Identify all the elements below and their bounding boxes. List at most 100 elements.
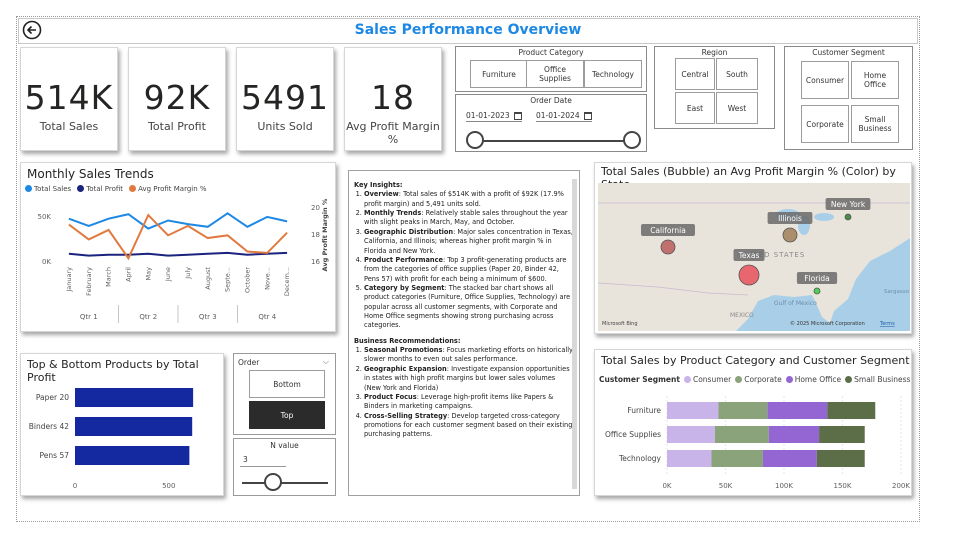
legend-item-small-business[interactable]: Small Business — [845, 375, 910, 384]
title-bar: Sales Performance Overview — [18, 18, 918, 44]
recommendation-item: Geographic Expansion: Investigate expans… — [364, 365, 574, 393]
legend-item-total-profit[interactable]: Total Profit — [77, 185, 123, 193]
order-option-top[interactable]: Top — [249, 401, 325, 429]
x-tick-label: April — [124, 267, 132, 282]
y-tick-label: 50K — [38, 213, 52, 221]
kpi-value: 5491 — [241, 78, 329, 117]
stacked-bar-segment — [667, 450, 712, 467]
start-date-input[interactable]: 01-01-2023 — [466, 111, 522, 122]
legend-item-home-office[interactable]: Home Office — [785, 375, 841, 384]
end-date-value: 01-01-2024 — [536, 111, 580, 120]
quarter-label: Qtr 3 — [199, 313, 217, 321]
date-slider-track[interactable] — [476, 140, 634, 142]
page-title: Sales Performance Overview — [354, 22, 582, 38]
date-slider-start-handle[interactable] — [466, 131, 484, 149]
quarter-label: Qtr 1 — [80, 313, 98, 321]
y2-tick-label: 20 — [311, 204, 320, 212]
order-date-slicer: Order Date 01-01-2023 01-01-2024 — [455, 94, 647, 152]
state-label: Florida — [804, 274, 830, 283]
product-bar — [75, 446, 190, 465]
stacked-bar-segment — [667, 426, 715, 443]
region-option-south[interactable]: South — [716, 58, 758, 90]
region-option-central[interactable]: Central — [675, 58, 715, 90]
product-bar — [75, 417, 193, 436]
y2-axis-label: Avg Profit Margin % — [321, 198, 329, 271]
bar-category-label: Technology — [618, 454, 662, 463]
state-label: California — [650, 226, 686, 235]
segment-option-corporate[interactable]: Corporate — [801, 105, 849, 143]
n-value-input[interactable]: 3 — [240, 453, 286, 467]
chevron-down-icon[interactable]: ⌵ — [323, 357, 329, 367]
insight-item: Geographic Distribution: Major sales con… — [364, 228, 574, 256]
key-insights-list: Overview: Total sales of $514K with a pr… — [354, 190, 574, 330]
calendar-icon[interactable] — [583, 111, 592, 120]
top-bottom-products-visual: Top & Bottom Products by Total Profit Pa… — [20, 353, 224, 496]
legend-item-avg-profit-margin[interactable]: Avg Profit Margin % — [129, 185, 207, 193]
end-date-input[interactable]: 01-01-2024 — [536, 111, 592, 122]
y2-tick-label: 18 — [311, 231, 320, 239]
segment-option-home-office[interactable]: Home Office — [851, 61, 899, 99]
segment-option-consumer[interactable]: Consumer — [801, 61, 849, 99]
slicer-title: Product Category — [518, 48, 584, 57]
chart-legend: Total Sales Total Profit Avg Profit Marg… — [25, 185, 207, 193]
order-option-bottom[interactable]: Bottom — [249, 370, 325, 398]
region-option-east[interactable]: East — [675, 92, 715, 124]
insights-heading: Key Insights: — [354, 181, 403, 189]
great-lake — [814, 213, 834, 221]
insight-item: Monthly Trends: Relatively stable sales … — [364, 209, 574, 228]
x-tick-label: February — [85, 267, 93, 296]
region-option-west[interactable]: West — [716, 92, 758, 124]
x-tick-label: 200K — [892, 482, 910, 490]
line-chart[interactable]: 50K 0K 20 18 16 Avg Profit Margin % January Feb… — [21, 193, 337, 333]
category-option-office-supplies[interactable]: Office Supplies — [526, 60, 584, 88]
chart-legend: Customer Segment Consumer Corporate Home O… — [599, 375, 910, 384]
n-value-slider-track[interactable] — [242, 482, 328, 484]
stacked-bar-segment — [816, 450, 865, 467]
bar-category-label: Office Supplies — [605, 430, 661, 439]
map-canvas[interactable]: UNITED STATESMEXICOGulf of MexicoSargass… — [598, 183, 910, 331]
insights-textbox: Key Insights: Overview: Total sales of $… — [348, 170, 580, 496]
stacked-bar-segment — [767, 402, 828, 419]
order-slicer: Order ⌵ Bottom Top — [233, 353, 336, 435]
visual-title: Total Sales by Product Category and Cust… — [601, 354, 910, 367]
category-option-technology[interactable]: Technology — [584, 60, 642, 88]
region-slicer: Region Central South East West — [654, 46, 775, 129]
legend-item-total-sales[interactable]: Total Sales — [25, 185, 71, 193]
x-tick-label: March — [105, 267, 113, 287]
bar-category-label: Paper 20 — [36, 393, 69, 402]
stacked-bar-segment — [827, 402, 876, 419]
monthly-sales-trends-visual: Monthly Sales Trends Total Sales Total P… — [20, 162, 336, 332]
water-label: Sargasso — [884, 289, 910, 295]
date-slider-end-handle[interactable] — [623, 131, 641, 149]
category-segment-visual: Total Sales by Product Category and Cust… — [594, 349, 912, 496]
quarter-label: Qtr 4 — [258, 313, 276, 321]
product-bar-chart[interactable]: Paper 20 Binders 42 Pens 57 0 500 — [21, 376, 225, 496]
back-arrow-icon[interactable] — [22, 20, 42, 40]
stacked-bar-segment — [711, 450, 763, 467]
kpi-card-units-sold: 5491 Units Sold — [236, 47, 334, 151]
n-value-slider-handle[interactable] — [264, 473, 282, 491]
quarter-label: Qtr 2 — [139, 313, 157, 321]
x-tick-label: July — [184, 267, 192, 280]
n-value-slicer: N value 3 — [233, 438, 336, 496]
state-bubble — [738, 264, 760, 286]
x-tick-label: June — [164, 267, 172, 282]
bing-logo: Microsoft Bing — [602, 321, 638, 327]
recommendations-list: Seasonal Promotions: Focus marketing eff… — [354, 346, 574, 440]
kpi-value: 514K — [24, 78, 114, 117]
legend-item-corporate[interactable]: Corporate — [735, 375, 782, 384]
copyright-text: © 2025 Microsoft Corporation — [790, 320, 865, 327]
bar-category-label: Furniture — [627, 406, 661, 415]
x-tick-label: May — [144, 267, 152, 281]
stacked-bar-chart[interactable]: 0K 50K 100K 150K 200K Furniture Office Supplie… — [595, 388, 913, 496]
segment-option-small-business[interactable]: Small Business — [851, 105, 899, 143]
insights-scrollbar[interactable] — [572, 179, 577, 489]
insight-item: Overview: Total sales of $514K with a pr… — [364, 190, 574, 209]
stacked-bar-segment — [819, 426, 865, 443]
category-option-furniture[interactable]: Furniture — [470, 60, 528, 88]
product-category-slicer: Product Category Furniture Office Suppli… — [455, 46, 647, 92]
slicer-title: Customer Segment — [812, 48, 885, 57]
calendar-icon[interactable] — [513, 111, 522, 120]
legend-item-consumer[interactable]: Consumer — [683, 375, 731, 384]
insight-item: Product Performance: Top 3 profit-genera… — [364, 256, 574, 284]
